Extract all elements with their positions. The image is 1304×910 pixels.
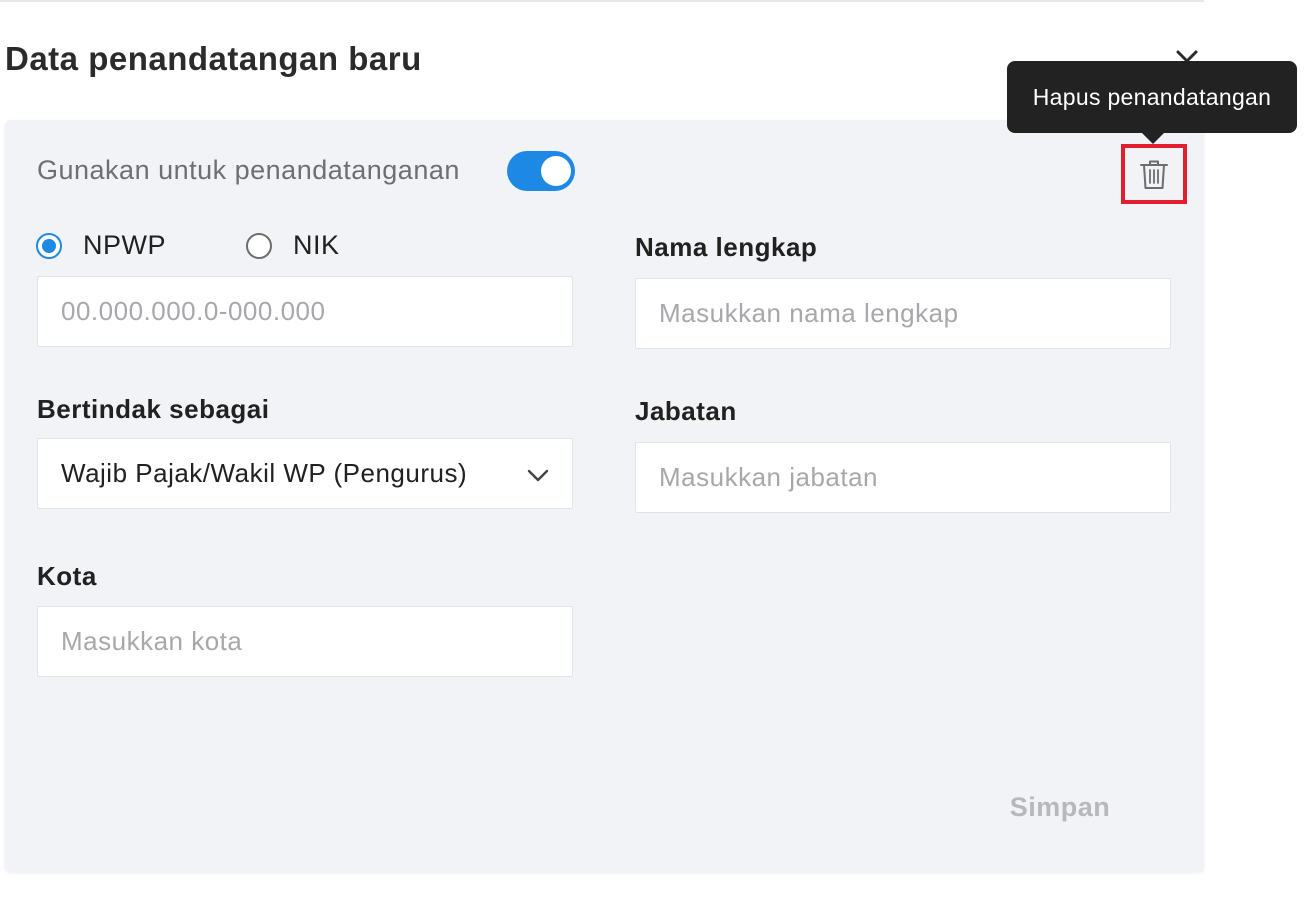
acting-as-label: Bertindak sebagai [37, 394, 270, 424]
id-number-input[interactable]: 00.000.000.0-000.000 [37, 276, 573, 347]
toggle-knob [541, 156, 571, 186]
acting-as-value: Wajib Pajak/Wakil WP (Pengurus) [61, 458, 468, 488]
chevron-down-icon [527, 469, 549, 482]
position-label: Jabatan [635, 396, 737, 426]
signing-toggle-label: Gunakan untuk penandatanganan [37, 155, 460, 185]
tooltip-text: Hapus penandatangan [1032, 83, 1272, 110]
radio-nik-label: NIK [293, 230, 340, 260]
id-number-placeholder: 00.000.000.0-000.000 [61, 296, 326, 326]
city-label: Kota [37, 561, 97, 591]
position-placeholder: Masukkan jabatan [659, 462, 879, 492]
full-name-input[interactable]: Masukkan nama lengkap [635, 278, 1171, 349]
city-input[interactable]: Masukkan kota [37, 606, 573, 677]
dialog-title: Data penandatangan baru [5, 40, 422, 77]
radio-nik[interactable] [246, 233, 272, 259]
position-input[interactable]: Masukkan jabatan [635, 442, 1171, 513]
full-name-label: Nama lengkap [635, 232, 818, 262]
city-placeholder: Masukkan kota [61, 626, 243, 656]
signing-toggle[interactable] [507, 151, 575, 191]
full-name-placeholder: Masukkan nama lengkap [659, 298, 959, 328]
radio-npwp[interactable] [36, 233, 62, 259]
radio-npwp-label: NPWP [83, 230, 166, 260]
top-divider [0, 0, 1204, 2]
delete-signer-button[interactable] [1121, 144, 1187, 204]
save-button[interactable]: Simpan [995, 785, 1125, 829]
delete-tooltip: Hapus penandatangan [1007, 61, 1297, 133]
trash-icon [1140, 160, 1168, 189]
tooltip-arrow [1141, 132, 1165, 144]
acting-as-select[interactable]: Wajib Pajak/Wakil WP (Pengurus) [37, 438, 573, 509]
